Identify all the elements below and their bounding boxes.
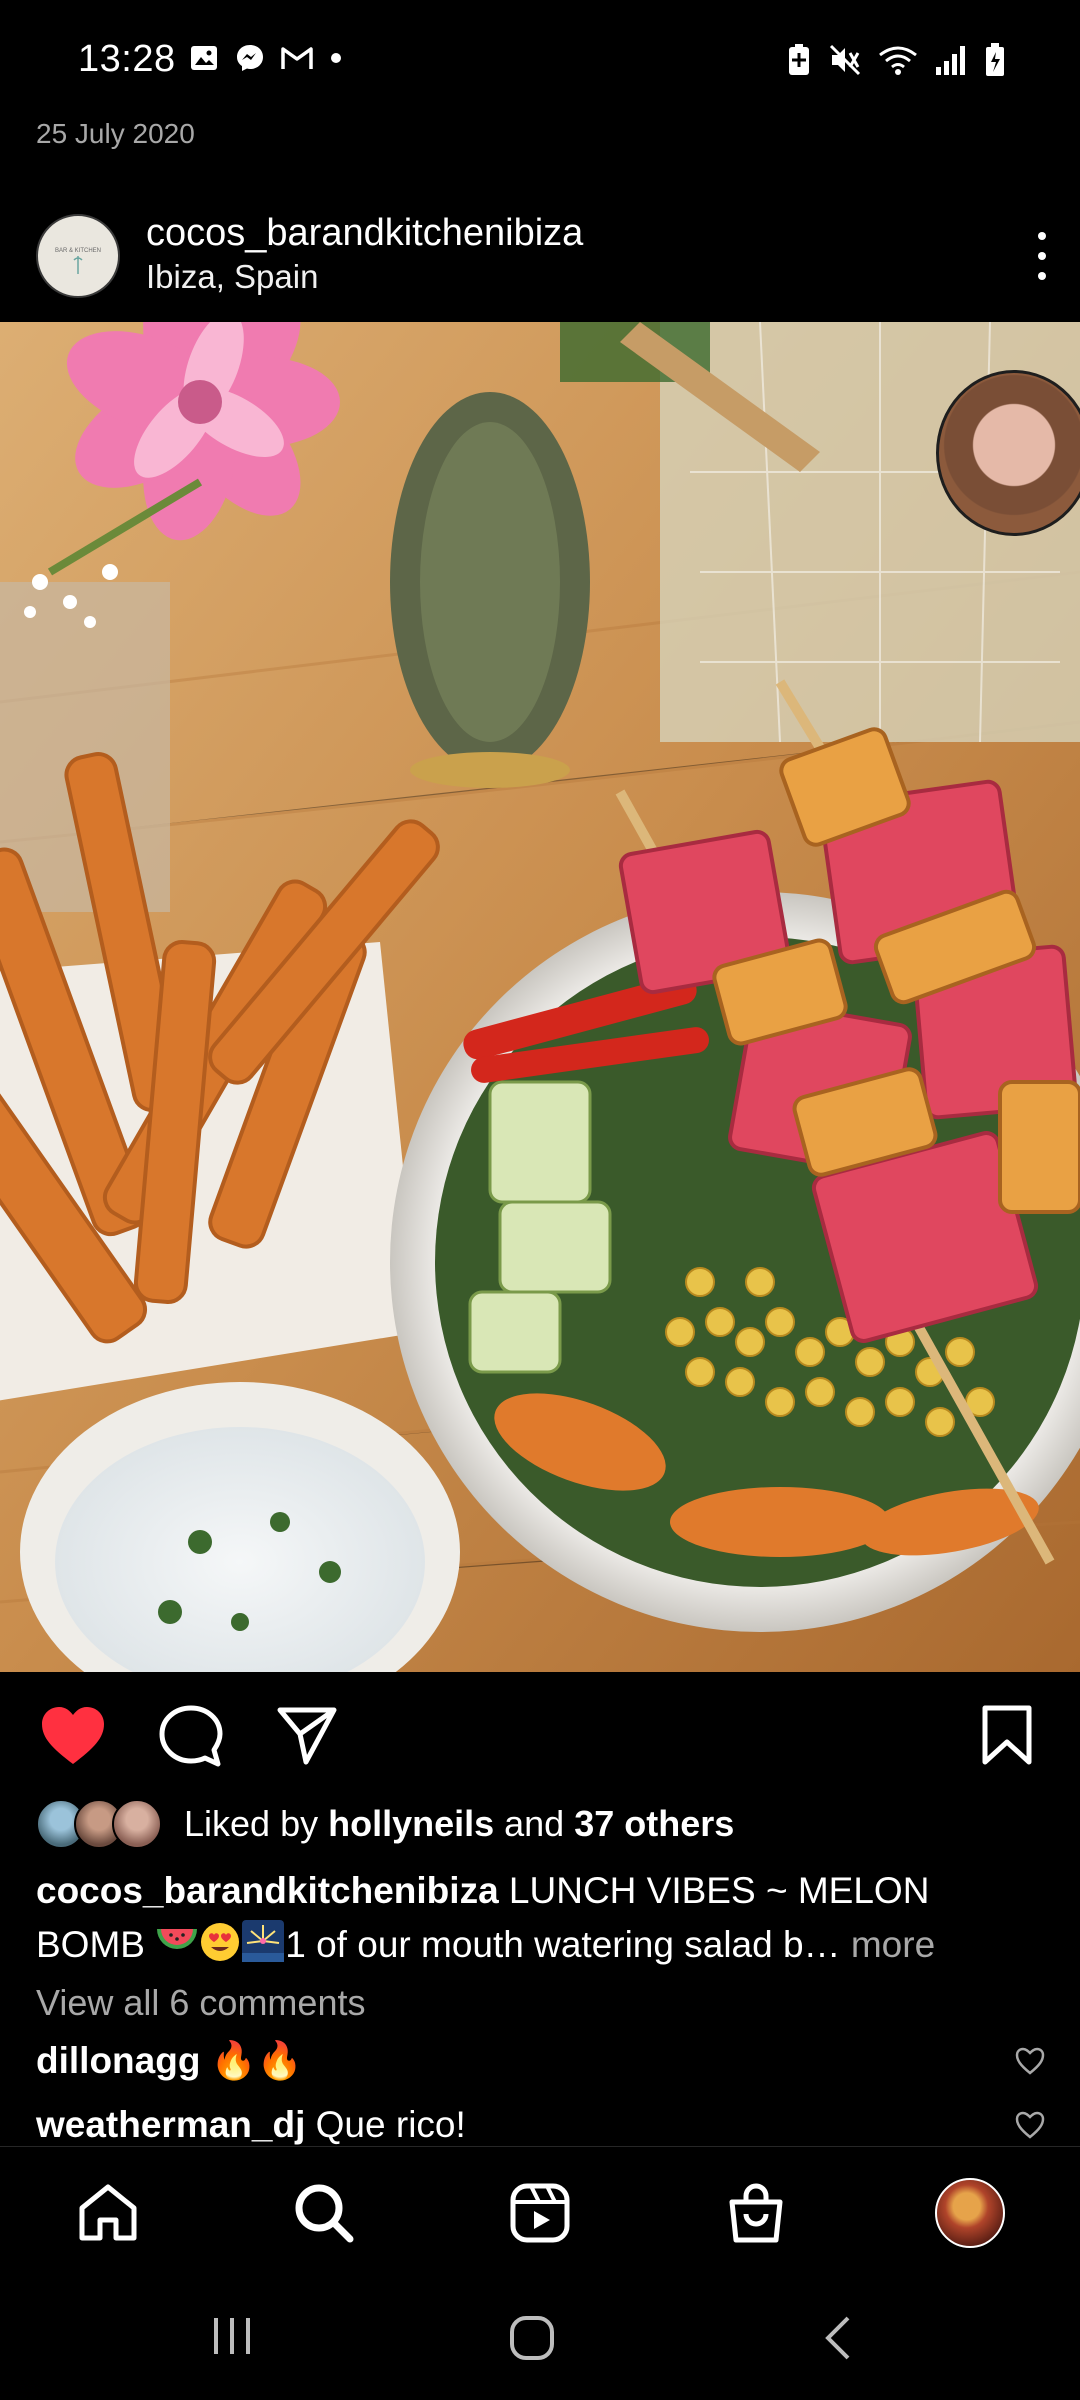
system-status-icons	[786, 42, 1006, 78]
more-dot	[1038, 272, 1046, 280]
post-date: 25 July 2020	[36, 118, 195, 149]
comment-like-icon[interactable]	[1014, 2046, 1046, 2076]
post-photo[interactable]	[0, 322, 1080, 1672]
heart-eyes-emoji-icon	[201, 1923, 240, 1961]
comment-row: weatherman_dj Que rico!	[36, 2104, 1046, 2146]
post-header: BAR & KITCHEN cocos_barandkitchenibiza I…	[0, 200, 1080, 320]
liker-avatar	[112, 1799, 162, 1849]
svg-text:BAR & KITCHEN: BAR & KITCHEN	[55, 248, 101, 254]
likes-others[interactable]: 37 others	[574, 1803, 734, 1844]
dot-icon	[331, 53, 341, 63]
watermelon-emoji-icon	[157, 1929, 198, 1949]
caption-text-line1: LUNCH VIBES ~ MELON	[498, 1870, 930, 1911]
recent-apps-icon	[214, 2318, 250, 2354]
shopping-bag-icon	[729, 2183, 783, 2243]
mute-icon	[829, 44, 861, 76]
caption-text-line2-start: BOMB	[36, 1924, 156, 1965]
nav-shop[interactable]	[720, 2177, 792, 2249]
post-actions	[0, 1680, 1080, 1780]
battery-saver-icon	[789, 44, 809, 75]
battery-icon	[986, 43, 1004, 76]
caption-more-link[interactable]: more	[841, 1924, 935, 1965]
home-icon	[79, 2184, 137, 2241]
comment-button[interactable]	[158, 1704, 224, 1775]
signal-icon	[936, 46, 965, 75]
liker-username[interactable]: hollyneils	[328, 1803, 494, 1844]
gmail-icon	[281, 47, 313, 69]
heart-filled-icon	[42, 1707, 104, 1764]
restaurant-logo: BAR & KITCHEN	[55, 248, 101, 274]
bookmark-icon	[982, 1705, 1032, 1765]
share-button[interactable]	[276, 1704, 338, 1771]
like-button[interactable]	[38, 1704, 108, 1773]
notification-icons	[188, 42, 344, 74]
recent-apps-button[interactable]	[208, 2314, 256, 2363]
floating-story-avatar[interactable]	[936, 370, 1080, 536]
profile-avatar	[935, 2178, 1005, 2248]
comment-row: dillonagg 🔥🔥	[36, 2040, 1046, 2083]
comment-like-icon[interactable]	[1014, 2110, 1046, 2140]
comment-icon	[159, 1705, 223, 1767]
poster-username[interactable]: cocos_barandkitchenibiza	[146, 212, 583, 255]
system-navigation-bar	[0, 2278, 1080, 2400]
food-illustration	[0, 322, 1080, 1672]
save-button[interactable]	[980, 1704, 1034, 1771]
likes-and: and	[494, 1803, 575, 1844]
home-circle-icon	[510, 2316, 554, 2360]
back-icon	[825, 2316, 850, 2360]
caption-text-line2-end: 1 of our mouth watering salad b…	[285, 1924, 841, 1965]
likes-text: Liked by hollyneils and 37 others	[184, 1803, 734, 1845]
reels-icon	[510, 2183, 570, 2243]
post-location[interactable]: Ibiza, Spain	[146, 258, 318, 296]
poster-avatar[interactable]: BAR & KITCHEN	[36, 214, 120, 298]
comment-username[interactable]: dillonagg	[36, 2040, 200, 2081]
back-button[interactable]	[820, 2314, 856, 2367]
liker-avatars	[36, 1799, 162, 1849]
post-caption: cocos_barandkitchenibiza LUNCH VIBES ~ M…	[36, 1864, 1046, 1972]
likes-row[interactable]: Liked by hollyneils and 37 others	[36, 1794, 734, 1854]
likes-prefix: Liked by	[184, 1803, 329, 1844]
send-icon	[277, 1707, 337, 1765]
more-dot	[1038, 232, 1046, 240]
bottom-navigation	[0, 2146, 1080, 2279]
home-system-button[interactable]	[508, 2314, 556, 2367]
wifi-icon	[879, 46, 917, 75]
nav-profile[interactable]	[934, 2177, 1006, 2249]
more-dot	[1038, 252, 1046, 260]
comment-text: Que rico!	[305, 2104, 466, 2145]
nav-home[interactable]	[72, 2177, 144, 2249]
comment-text: 🔥🔥	[200, 2040, 303, 2081]
gallery-icon	[191, 46, 217, 70]
caption-username[interactable]: cocos_barandkitchenibiza	[36, 1870, 499, 1911]
messenger-icon	[237, 45, 263, 71]
fireworks-emoji-icon	[242, 1920, 285, 1962]
status-time: 13:28	[78, 38, 176, 80]
status-bar: 13:28	[0, 0, 1080, 120]
nav-reels[interactable]	[504, 2177, 576, 2249]
comment-username[interactable]: weatherman_dj	[36, 2104, 305, 2145]
more-options-button[interactable]	[1022, 226, 1062, 286]
view-all-comments-link[interactable]: View all 6 comments	[36, 1982, 365, 2024]
nav-search[interactable]	[288, 2177, 360, 2249]
search-icon	[295, 2184, 354, 2243]
